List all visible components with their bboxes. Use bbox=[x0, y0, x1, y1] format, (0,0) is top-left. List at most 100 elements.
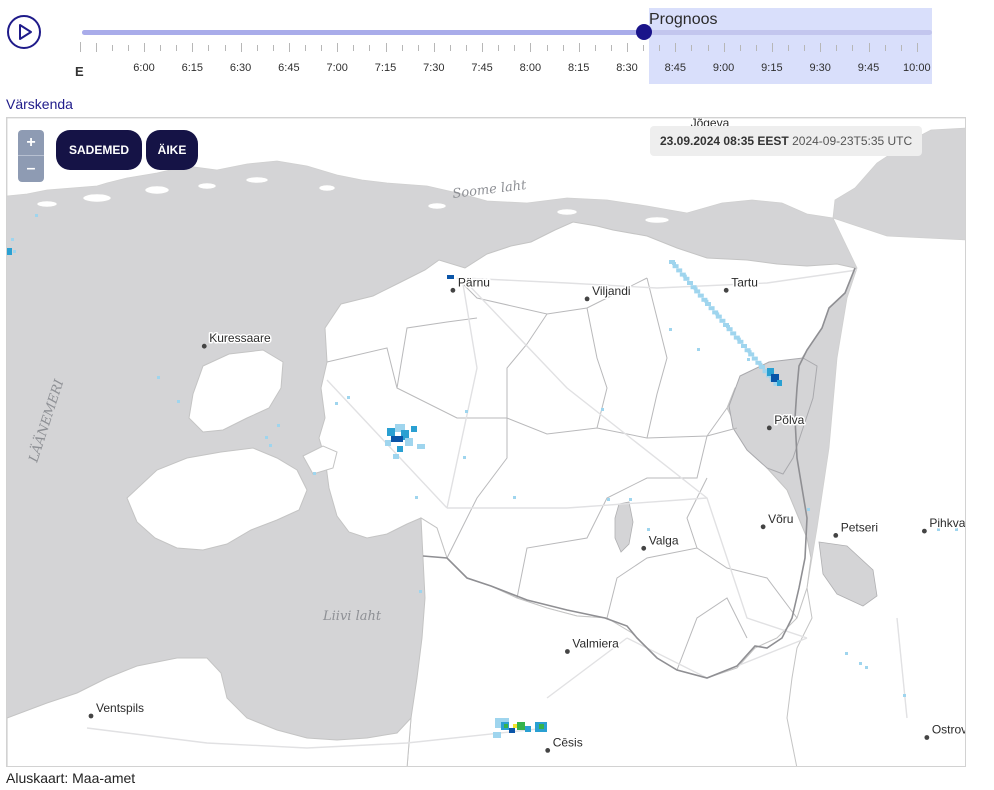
radar-echo bbox=[647, 528, 650, 531]
timeline-handle[interactable] bbox=[635, 24, 652, 40]
place-label: Talsi bbox=[223, 766, 247, 768]
place-label: Cēsis bbox=[553, 735, 583, 749]
radar-echo bbox=[397, 446, 403, 452]
place-label: Tartu bbox=[731, 275, 758, 289]
radar-echo bbox=[777, 380, 782, 386]
radar-echo bbox=[845, 652, 848, 655]
place-marker bbox=[564, 649, 570, 654]
timeline-tick bbox=[514, 45, 516, 51]
timeline: Prognoos 6:00 6:15 6:30 6:45 7:00 7:15 7:30 7:4… bbox=[0, 0, 994, 92]
timeline-tick bbox=[739, 45, 741, 51]
zoom-control: + – bbox=[18, 130, 44, 182]
zoom-out-button[interactable]: – bbox=[18, 156, 44, 182]
timeline-tick bbox=[176, 45, 178, 51]
land-courland bbox=[7, 657, 412, 766]
map[interactable]: Soome laht Liivi laht LÄÄNEMERI TALLINNR… bbox=[6, 117, 966, 767]
radar-echo bbox=[7, 248, 12, 255]
timeline-tick bbox=[578, 43, 580, 52]
timeline-time-label[interactable]: 9:00 bbox=[713, 62, 734, 74]
timeline-tick bbox=[707, 45, 709, 51]
radar-echo bbox=[13, 250, 16, 253]
place-marker bbox=[924, 735, 930, 740]
radar-echo bbox=[865, 666, 868, 669]
timeline-time-label[interactable]: 8:45 bbox=[665, 62, 686, 74]
place-marker bbox=[545, 748, 551, 753]
timeline-tick bbox=[594, 45, 596, 51]
timeline-tick bbox=[916, 43, 918, 52]
radar-echo bbox=[347, 396, 350, 399]
place-marker bbox=[450, 287, 456, 293]
radar-echo bbox=[265, 436, 268, 439]
weather-radar-page: Prognoos 6:00 6:15 6:30 6:45 7:00 7:15 7:30 7:4… bbox=[0, 0, 994, 790]
radar-echo bbox=[715, 314, 722, 319]
lightning-layer-button[interactable]: ÄIKE bbox=[146, 130, 198, 170]
place-marker bbox=[723, 287, 729, 293]
map-canvas: Soome laht Liivi laht LÄÄNEMERI TALLINNR… bbox=[7, 118, 965, 768]
timeline-tick bbox=[723, 43, 725, 52]
island-hiiumaa bbox=[188, 349, 284, 433]
timeline-progress bbox=[82, 30, 644, 35]
timeline-time-label[interactable]: 6:15 bbox=[182, 62, 203, 74]
place-marker bbox=[641, 545, 647, 551]
timeline-tick bbox=[852, 45, 854, 51]
radar-echo bbox=[669, 328, 672, 331]
play-button[interactable] bbox=[7, 15, 41, 49]
timeline-track[interactable] bbox=[82, 30, 932, 35]
timeline-time-label[interactable]: 9:45 bbox=[858, 62, 879, 74]
timeline-start-label: E bbox=[75, 64, 84, 79]
timeline-tick bbox=[546, 45, 548, 51]
radar-echo bbox=[493, 732, 501, 738]
radar-echo bbox=[697, 348, 700, 351]
radar-echo bbox=[177, 400, 180, 403]
timeline-time-label[interactable]: 9:15 bbox=[761, 62, 782, 74]
timeline-time-label[interactable]: 10:00 bbox=[903, 62, 931, 74]
radar-echo bbox=[417, 444, 425, 449]
timeline-time-label[interactable]: 6:45 bbox=[278, 62, 299, 74]
radar-echo bbox=[391, 436, 403, 442]
place-label: Valmiera bbox=[572, 637, 619, 651]
timestamp-local: 23.09.2024 08:35 EEST bbox=[660, 134, 789, 148]
timeline-tick bbox=[385, 43, 387, 52]
radar-echo bbox=[447, 275, 454, 279]
radar-echo bbox=[683, 276, 690, 281]
timeline-time-label[interactable]: 6:30 bbox=[230, 62, 251, 74]
place-label: Põlva bbox=[774, 413, 804, 427]
timeline-tick bbox=[417, 45, 419, 51]
timeline-time-label[interactable]: 8:00 bbox=[520, 62, 541, 74]
timeline-time-label[interactable]: 9:30 bbox=[809, 62, 830, 74]
radar-echo bbox=[387, 428, 395, 436]
place-marker bbox=[201, 343, 207, 349]
timeline-tick bbox=[111, 45, 113, 51]
place-label: Petseri bbox=[841, 520, 878, 534]
timeline-time-label[interactable]: 6:00 bbox=[133, 62, 154, 74]
timeline-time-label[interactable]: 7:00 bbox=[326, 62, 347, 74]
timeline-time-label[interactable]: 7:15 bbox=[375, 62, 396, 74]
timeline-time-label[interactable]: 8:15 bbox=[568, 62, 589, 74]
place-marker bbox=[584, 296, 590, 302]
radar-echo bbox=[741, 344, 747, 348]
timeline-tick bbox=[868, 43, 870, 52]
radar-echo bbox=[859, 662, 862, 665]
place-label: Ventspils bbox=[96, 701, 144, 715]
timeline-tick bbox=[771, 43, 773, 52]
timeline-tick bbox=[433, 43, 435, 52]
radar-echo bbox=[759, 365, 765, 369]
radar-echo bbox=[737, 339, 744, 344]
timestamp-badge: 23.09.2024 08:35 EEST 2024-09-23T5:35 UT… bbox=[650, 126, 923, 156]
timeline-tick bbox=[144, 43, 145, 52]
radar-echo bbox=[157, 376, 160, 379]
place-marker bbox=[921, 528, 927, 534]
radar-echo bbox=[405, 438, 413, 446]
radar-echo bbox=[751, 356, 758, 361]
radar-echo bbox=[269, 444, 272, 447]
timeline-time-label[interactable]: 7:30 bbox=[423, 62, 444, 74]
timeline-tick bbox=[482, 43, 484, 52]
radar-echo bbox=[517, 722, 525, 730]
radar-echo bbox=[525, 726, 531, 732]
timeline-time-label[interactable]: 8:30 bbox=[616, 62, 637, 74]
zoom-in-button[interactable]: + bbox=[18, 130, 44, 156]
timeline-time-label[interactable]: 7:45 bbox=[471, 62, 492, 74]
refresh-link[interactable]: Värskenda bbox=[6, 96, 73, 112]
precipitation-layer-button[interactable]: SADEMED bbox=[56, 130, 142, 170]
radar-echo bbox=[385, 440, 391, 446]
